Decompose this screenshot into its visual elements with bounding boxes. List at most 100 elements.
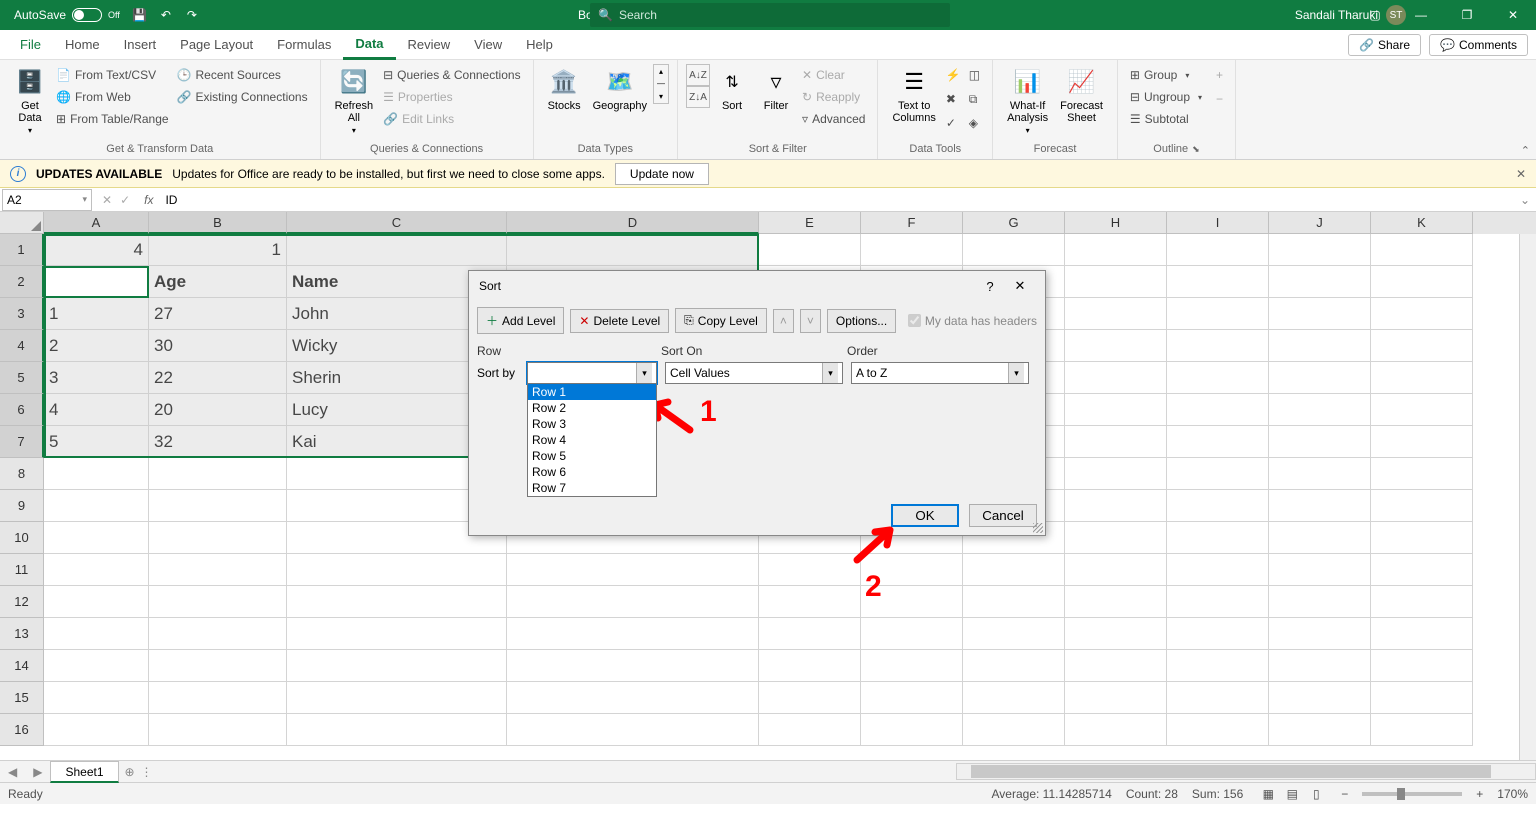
- sorton-combo[interactable]: Cell Values ▾: [665, 362, 843, 384]
- cell[interactable]: [1065, 522, 1167, 554]
- dialog-help-icon[interactable]: ?: [975, 279, 1005, 294]
- cell[interactable]: [1269, 234, 1371, 266]
- cell[interactable]: [507, 586, 759, 618]
- cell[interactable]: [149, 490, 287, 522]
- autosave-toggle[interactable]: AutoSave Off: [14, 8, 120, 22]
- sort-asc-button[interactable]: A↓Z: [686, 64, 710, 86]
- from-table-button[interactable]: ⊞From Table/Range: [52, 108, 173, 130]
- cell[interactable]: [507, 234, 759, 266]
- cell[interactable]: [1167, 586, 1269, 618]
- cell[interactable]: [1269, 554, 1371, 586]
- dropdown-option[interactable]: Row 2: [528, 400, 656, 416]
- share-button[interactable]: 🔗Share: [1348, 34, 1421, 56]
- cell[interactable]: [963, 618, 1065, 650]
- cell[interactable]: [1371, 682, 1473, 714]
- cell[interactable]: [963, 682, 1065, 714]
- dropdown-option[interactable]: Row 3: [528, 416, 656, 432]
- cell[interactable]: [287, 682, 507, 714]
- cell[interactable]: [287, 554, 507, 586]
- cell[interactable]: [1269, 266, 1371, 298]
- col-header-G[interactable]: G: [963, 212, 1065, 234]
- cell[interactable]: [1269, 362, 1371, 394]
- row-header[interactable]: 6: [0, 394, 44, 426]
- cell[interactable]: [759, 714, 861, 746]
- collapse-ribbon-icon[interactable]: ⌃: [1521, 144, 1530, 157]
- cell[interactable]: [149, 458, 287, 490]
- row-header[interactable]: 9: [0, 490, 44, 522]
- ribbon-display-icon[interactable]: ▢: [1352, 0, 1398, 30]
- row-header[interactable]: 15: [0, 682, 44, 714]
- add-level-button[interactable]: ＋Add Level: [477, 307, 564, 334]
- cell[interactable]: [1269, 522, 1371, 554]
- cell[interactable]: 1: [44, 298, 149, 330]
- queries-connections-button[interactable]: ⊟Queries & Connections: [379, 64, 524, 86]
- cell[interactable]: [1371, 490, 1473, 522]
- cell[interactable]: [759, 554, 861, 586]
- cell[interactable]: ID: [44, 266, 149, 298]
- cell[interactable]: [759, 586, 861, 618]
- fx-icon[interactable]: fx: [138, 193, 159, 207]
- cell[interactable]: [1065, 266, 1167, 298]
- cell[interactable]: [1065, 426, 1167, 458]
- from-text-csv-button[interactable]: 📄From Text/CSV: [52, 64, 173, 86]
- cell[interactable]: [507, 650, 759, 682]
- cell[interactable]: [1167, 266, 1269, 298]
- cell[interactable]: [861, 714, 963, 746]
- row-header[interactable]: 8: [0, 458, 44, 490]
- cell[interactable]: [1269, 618, 1371, 650]
- maximize-icon[interactable]: ❐: [1444, 0, 1490, 30]
- subtotal-button[interactable]: ☰Subtotal: [1126, 108, 1206, 130]
- cell[interactable]: [1167, 618, 1269, 650]
- flash-fill-button[interactable]: ⚡: [942, 64, 965, 86]
- zoom-in-icon[interactable]: +: [1476, 787, 1483, 801]
- cell[interactable]: [44, 458, 149, 490]
- tab-split-icon[interactable]: ⋮: [141, 765, 153, 779]
- cell[interactable]: 4: [44, 234, 149, 266]
- from-web-button[interactable]: 🌐From Web: [52, 86, 173, 108]
- zoom-slider[interactable]: [1362, 792, 1462, 796]
- cell[interactable]: 20: [149, 394, 287, 426]
- cell[interactable]: [1371, 362, 1473, 394]
- page-layout-view-icon[interactable]: ▤: [1281, 785, 1303, 803]
- cell[interactable]: 4: [44, 394, 149, 426]
- toggle-switch[interactable]: [72, 8, 102, 22]
- redo-icon[interactable]: ↷: [184, 7, 200, 23]
- save-icon[interactable]: 💾: [132, 7, 148, 23]
- update-now-button[interactable]: Update now: [615, 163, 709, 185]
- sort-button[interactable]: ⇅Sort: [710, 64, 754, 114]
- tab-formulas[interactable]: Formulas: [265, 30, 343, 60]
- consolidate-button[interactable]: ◫: [965, 64, 984, 86]
- sortby-combo[interactable]: ▾ Row 1 Row 2 Row 3 Row 4 Row 5 Row 6 Ro…: [527, 362, 657, 384]
- cell[interactable]: [1269, 330, 1371, 362]
- tab-home[interactable]: Home: [53, 30, 112, 60]
- cell[interactable]: [759, 618, 861, 650]
- cell[interactable]: [1065, 490, 1167, 522]
- row-header[interactable]: 7: [0, 426, 44, 458]
- cell[interactable]: [861, 618, 963, 650]
- dialog-titlebar[interactable]: Sort ? ✕: [469, 271, 1045, 301]
- cell[interactable]: [1065, 554, 1167, 586]
- forecast-sheet-button[interactable]: 📈Forecast Sheet: [1054, 64, 1109, 126]
- group-button[interactable]: ⊞Group▾: [1126, 64, 1206, 86]
- cell[interactable]: [1371, 714, 1473, 746]
- vertical-scrollbar[interactable]: [1519, 234, 1536, 760]
- cell[interactable]: [1065, 298, 1167, 330]
- col-header-F[interactable]: F: [861, 212, 963, 234]
- row-header[interactable]: 13: [0, 618, 44, 650]
- col-header-K[interactable]: K: [1371, 212, 1473, 234]
- cell[interactable]: [1371, 266, 1473, 298]
- cell[interactable]: [1371, 330, 1473, 362]
- cell[interactable]: [44, 586, 149, 618]
- cell[interactable]: [1371, 298, 1473, 330]
- row-header[interactable]: 5: [0, 362, 44, 394]
- cell[interactable]: [1167, 522, 1269, 554]
- col-header-I[interactable]: I: [1167, 212, 1269, 234]
- expand-formula-icon[interactable]: ⌄: [1514, 193, 1536, 207]
- cell[interactable]: [1167, 682, 1269, 714]
- row-header[interactable]: 14: [0, 650, 44, 682]
- enter-formula-icon[interactable]: ✓: [120, 193, 130, 207]
- whatif-button[interactable]: 📊What-If Analysis▾: [1001, 64, 1054, 137]
- dialog-close-icon[interactable]: ✕: [1005, 278, 1035, 294]
- ungroup-button[interactable]: ⊟Ungroup▾: [1126, 86, 1206, 108]
- sheet-tab[interactable]: Sheet1: [50, 761, 118, 783]
